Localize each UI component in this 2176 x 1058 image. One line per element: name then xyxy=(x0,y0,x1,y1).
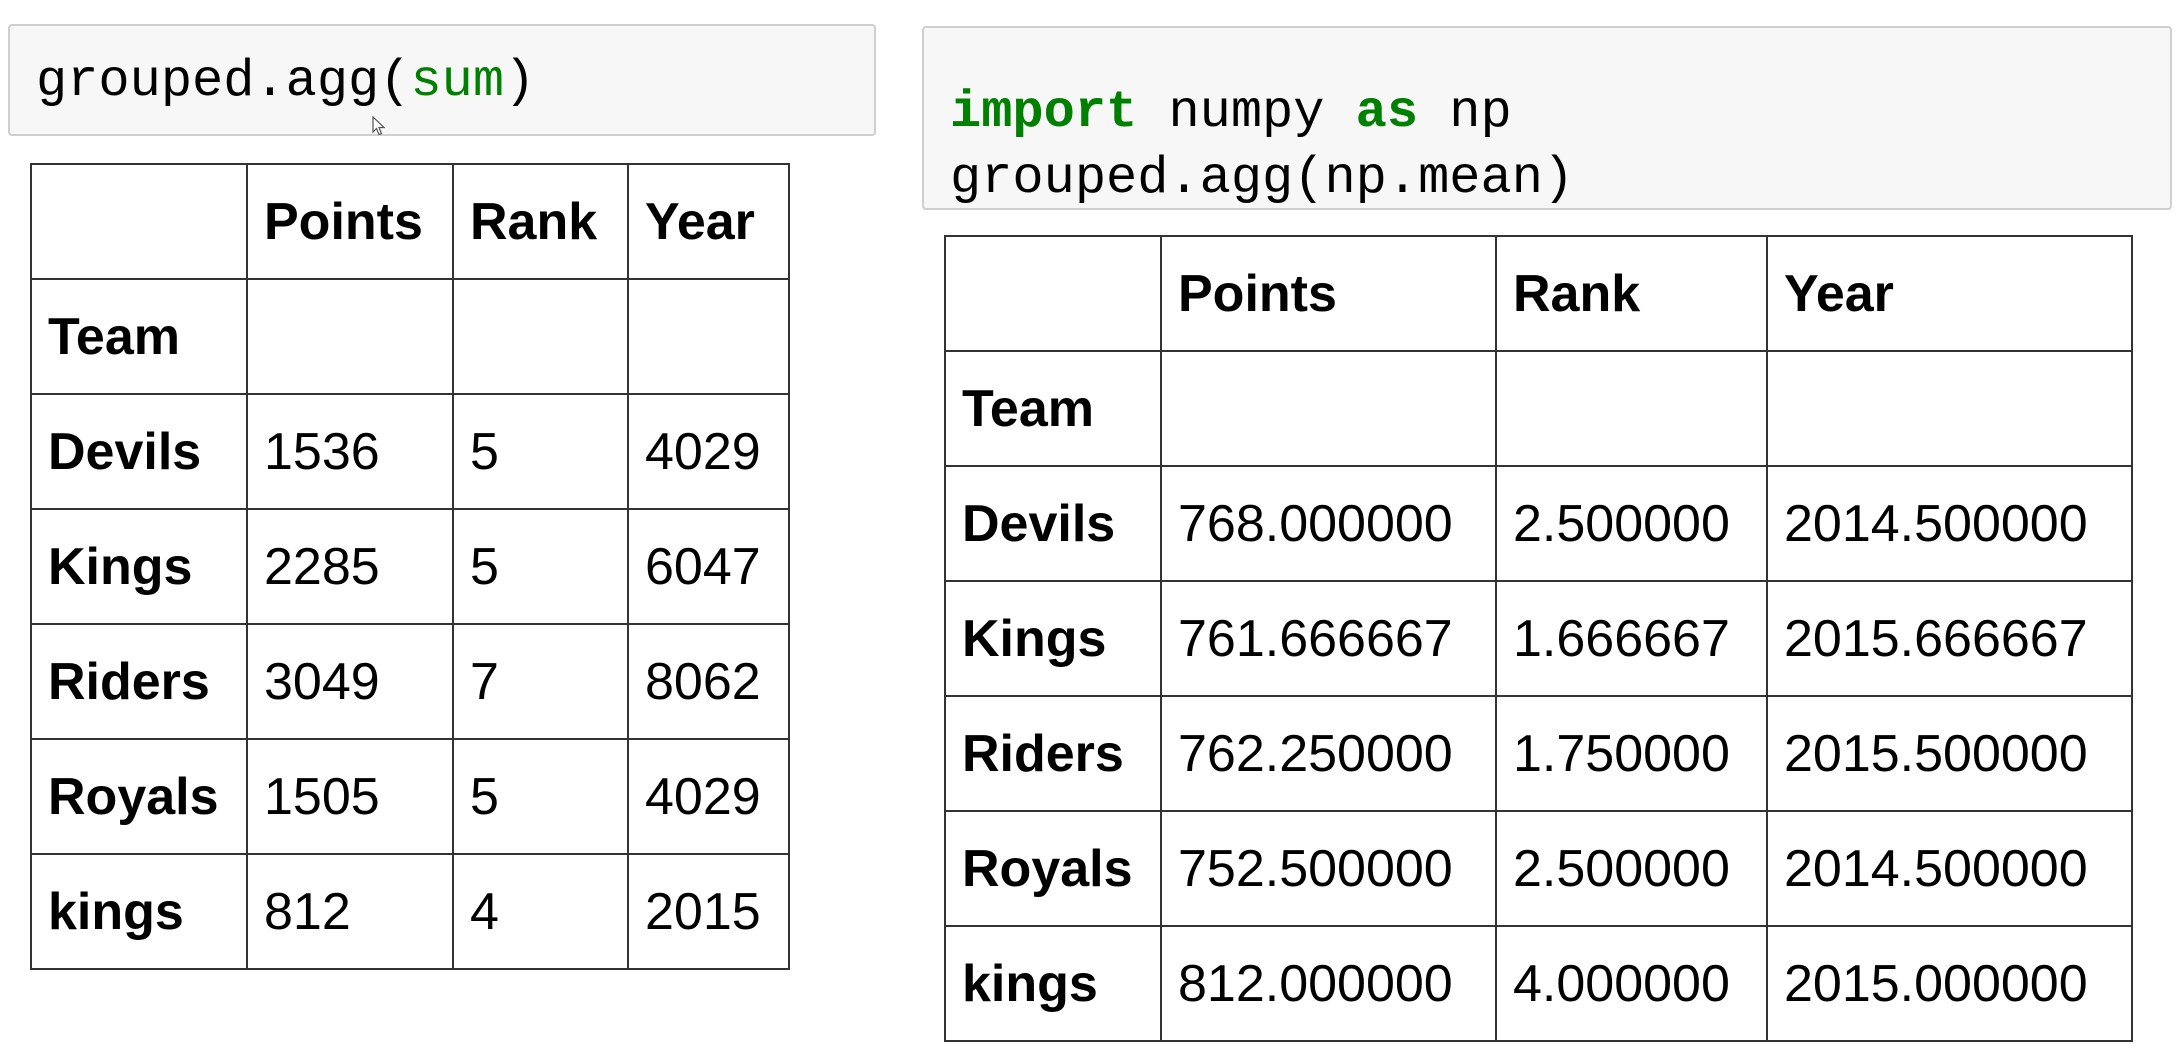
empty-header-cell xyxy=(627,278,790,395)
table-row: Riders 762.250000 1.750000 2015.500000 xyxy=(944,695,2133,812)
cell-points: 1505 xyxy=(246,738,454,855)
table-corner-cell xyxy=(944,235,1162,352)
cell-points: 1536 xyxy=(246,393,454,510)
cell-year: 2015 xyxy=(627,853,790,970)
cell-rank: 5 xyxy=(452,393,629,510)
cell-rank: 1.750000 xyxy=(1495,695,1768,812)
cell-rank: 5 xyxy=(452,738,629,855)
cell-points: 2285 xyxy=(246,508,454,625)
table-row: Kings 2285 5 6047 xyxy=(30,508,790,625)
column-header-points: Points xyxy=(1160,235,1497,352)
cell-points: 3049 xyxy=(246,623,454,740)
column-header-year: Year xyxy=(627,163,790,280)
cell-rank: 2.500000 xyxy=(1495,465,1768,582)
table-header-row: Points Rank Year xyxy=(30,163,790,280)
code-line-import: import numpy as np xyxy=(950,80,2170,146)
table-row: Devils 1536 5 4029 xyxy=(30,393,790,510)
cell-rank: 7 xyxy=(452,623,629,740)
code-builtin-sum: sum xyxy=(410,52,505,111)
mouse-pointer-icon xyxy=(372,116,386,136)
cell-year: 4029 xyxy=(627,738,790,855)
row-label: Kings xyxy=(30,508,248,625)
cell-points: 762.250000 xyxy=(1160,695,1497,812)
table-row: kings 812.000000 4.000000 2015.000000 xyxy=(944,925,2133,1042)
module-alias: np xyxy=(1418,83,1512,142)
table-corner-cell xyxy=(30,163,248,280)
table-row: Royals 1505 5 4029 xyxy=(30,738,790,855)
row-label: Devils xyxy=(944,465,1162,582)
empty-header-cell xyxy=(246,278,454,395)
empty-header-cell xyxy=(1160,350,1497,467)
empty-header-cell xyxy=(452,278,629,395)
table-row: Riders 3049 7 8062 xyxy=(30,623,790,740)
cell-points: 752.500000 xyxy=(1160,810,1497,927)
code-text-suffix: ) xyxy=(504,52,536,111)
column-header-rank: Rank xyxy=(452,163,629,280)
cell-points: 812.000000 xyxy=(1160,925,1497,1042)
row-label: kings xyxy=(30,853,248,970)
code-cell-sum[interactable]: grouped.agg(sum) xyxy=(8,24,876,136)
cell-year: 4029 xyxy=(627,393,790,510)
column-header-year: Year xyxy=(1766,235,2133,352)
cell-year: 2015.500000 xyxy=(1766,695,2133,812)
cell-rank: 4.000000 xyxy=(1495,925,1768,1042)
column-header-rank: Rank xyxy=(1495,235,1768,352)
table-header-row: Points Rank Year xyxy=(944,235,2133,352)
table-index-name-row: Team xyxy=(944,350,2133,467)
keyword-as: as xyxy=(1355,83,1419,142)
code-line-agg: grouped.agg(np.mean) xyxy=(950,149,1575,208)
row-label: kings xyxy=(944,925,1162,1042)
cell-rank: 2.500000 xyxy=(1495,810,1768,927)
cell-year: 2014.500000 xyxy=(1766,810,2133,927)
table-index-name-row: Team xyxy=(30,278,790,395)
code-text-prefix: grouped.agg( xyxy=(36,52,411,111)
row-label: Royals xyxy=(30,738,248,855)
keyword-import: import xyxy=(950,83,1138,142)
cell-rank: 4 xyxy=(452,853,629,970)
cell-year: 8062 xyxy=(627,623,790,740)
row-label: Riders xyxy=(944,695,1162,812)
output-table-sum: Points Rank Year Team Devils 1536 5 4029… xyxy=(30,163,790,970)
cell-year: 2015.000000 xyxy=(1766,925,2133,1042)
table-row: Kings 761.666667 1.666667 2015.666667 xyxy=(944,580,2133,697)
module-name: numpy xyxy=(1137,83,1356,142)
code-cell-mean[interactable]: import numpy as np grouped.agg(np.mean) xyxy=(922,26,2172,210)
index-name-team: Team xyxy=(30,278,248,395)
cell-rank: 5 xyxy=(452,508,629,625)
cell-points: 812 xyxy=(246,853,454,970)
row-label: Kings xyxy=(944,580,1162,697)
index-name-team: Team xyxy=(944,350,1162,467)
table-row: Devils 768.000000 2.500000 2014.500000 xyxy=(944,465,2133,582)
cell-year: 6047 xyxy=(627,508,790,625)
cell-rank: 1.666667 xyxy=(1495,580,1768,697)
empty-header-cell xyxy=(1495,350,1768,467)
row-label: Devils xyxy=(30,393,248,510)
column-header-points: Points xyxy=(246,163,454,280)
empty-header-cell xyxy=(1766,350,2133,467)
output-table-mean: Points Rank Year Team Devils 768.000000 … xyxy=(944,235,2133,1042)
table-row: Royals 752.500000 2.500000 2014.500000 xyxy=(944,810,2133,927)
cell-year: 2014.500000 xyxy=(1766,465,2133,582)
cell-points: 768.000000 xyxy=(1160,465,1497,582)
table-row: kings 812 4 2015 xyxy=(30,853,790,970)
row-label: Royals xyxy=(944,810,1162,927)
cell-year: 2015.666667 xyxy=(1766,580,2133,697)
cell-points: 761.666667 xyxy=(1160,580,1497,697)
row-label: Riders xyxy=(30,623,248,740)
